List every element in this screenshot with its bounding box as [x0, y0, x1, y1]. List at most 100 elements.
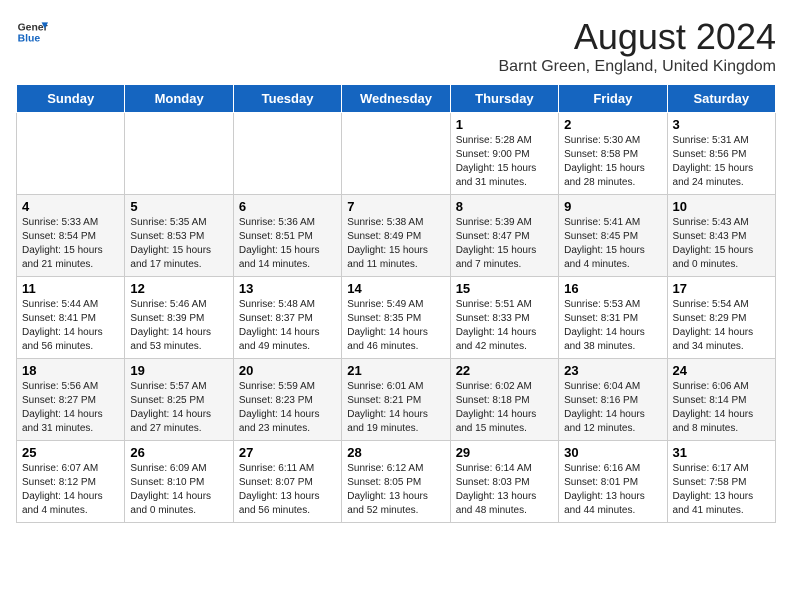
calendar-cell: 31Sunrise: 6:17 AM Sunset: 7:58 PM Dayli…: [667, 441, 775, 523]
day-info: Sunrise: 5:59 AM Sunset: 8:23 PM Dayligh…: [239, 380, 336, 436]
day-info: Sunrise: 5:53 AM Sunset: 8:31 PM Dayligh…: [564, 298, 661, 354]
calendar-cell: 3 Sunrise: 5:31 AM Sunset: 8:56 PM Daylig…: [667, 113, 775, 195]
day-info: Sunrise: 5:31 AM Sunset: 8:56 PM Dayligh…: [673, 134, 770, 190]
day-number: 1: [456, 117, 553, 132]
day-info: Sunrise: 6:11 AM Sunset: 8:07 PM Dayligh…: [239, 462, 336, 518]
calendar-cell: 2 Sunrise: 5:30 AM Sunset: 8:58 PM Daylig…: [559, 113, 667, 195]
day-number: 5: [130, 199, 227, 214]
calendar-cell: 26 Sunrise: 6:09 AM Sunset: 8:10 PM Dayli…: [125, 441, 233, 523]
calendar-cell: 19 Sunrise: 5:57 AM Sunset: 8:25 PM Dayli…: [125, 359, 233, 441]
day-info: Sunrise: 5:30 AM Sunset: 8:58 PM Dayligh…: [564, 134, 661, 190]
day-number: 15: [456, 281, 553, 296]
calendar-cell: 24 Sunrise: 6:06 AM Sunset: 8:14 PM Dayli…: [667, 359, 775, 441]
day-info: Sunrise: 6:06 AM Sunset: 8:14 PM Dayligh…: [673, 380, 770, 436]
day-info: Sunrise: 6:02 AM Sunset: 8:18 PM Dayligh…: [456, 380, 553, 436]
location-title: Barnt Green, England, United Kingdom: [499, 58, 777, 76]
day-number: 28: [347, 445, 444, 460]
calendar-cell: 13 Sunrise: 5:48 AM Sunset: 8:37 PM Dayli…: [233, 277, 341, 359]
day-number: 11: [22, 281, 119, 296]
calendar-cell: 30 Sunrise: 6:16 AM Sunset: 8:01 PM Dayli…: [559, 441, 667, 523]
logo: General Blue: [16, 16, 48, 48]
title-area: August 2024 Barnt Green, England, United…: [499, 16, 777, 76]
day-info: Sunrise: 5:35 AM Sunset: 8:53 PM Dayligh…: [130, 216, 227, 272]
calendar-cell: 29Sunrise: 6:14 AM Sunset: 8:03 PM Dayli…: [450, 441, 558, 523]
calendar-header-row: SundayMondayTuesdayWednesdayThursdayFrid…: [17, 85, 776, 113]
day-number: 4: [22, 199, 119, 214]
svg-text:Blue: Blue: [18, 34, 41, 45]
calendar-cell: 20Sunrise: 5:59 AM Sunset: 8:23 PM Dayli…: [233, 359, 341, 441]
calendar-table: SundayMondayTuesdayWednesdayThursdayFrid…: [16, 84, 776, 523]
calendar-cell: [125, 113, 233, 195]
header: General Blue August 2024 Barnt Green, En…: [16, 16, 776, 76]
day-info: Sunrise: 6:09 AM Sunset: 8:10 PM Dayligh…: [130, 462, 227, 518]
calendar-cell: 17Sunrise: 5:54 AM Sunset: 8:29 PM Dayli…: [667, 277, 775, 359]
day-info: Sunrise: 6:01 AM Sunset: 8:21 PM Dayligh…: [347, 380, 444, 436]
day-info: Sunrise: 6:12 AM Sunset: 8:05 PM Dayligh…: [347, 462, 444, 518]
day-info: Sunrise: 5:28 AM Sunset: 9:00 PM Dayligh…: [456, 134, 553, 190]
day-number: 21: [347, 363, 444, 378]
day-info: Sunrise: 5:41 AM Sunset: 8:45 PM Dayligh…: [564, 216, 661, 272]
day-info: Sunrise: 5:56 AM Sunset: 8:27 PM Dayligh…: [22, 380, 119, 436]
day-info: Sunrise: 5:43 AM Sunset: 8:43 PM Dayligh…: [673, 216, 770, 272]
logo-icon: General Blue: [16, 16, 48, 48]
day-info: Sunrise: 5:51 AM Sunset: 8:33 PM Dayligh…: [456, 298, 553, 354]
calendar-cell: 21 Sunrise: 6:01 AM Sunset: 8:21 PM Dayli…: [342, 359, 450, 441]
column-header-sunday: Sunday: [17, 85, 125, 113]
calendar-cell: 8 Sunrise: 5:39 AM Sunset: 8:47 PM Daylig…: [450, 195, 558, 277]
column-header-thursday: Thursday: [450, 85, 558, 113]
column-header-wednesday: Wednesday: [342, 85, 450, 113]
day-info: Sunrise: 5:57 AM Sunset: 8:25 PM Dayligh…: [130, 380, 227, 436]
calendar-cell: 23 Sunrise: 6:04 AM Sunset: 8:16 PM Dayli…: [559, 359, 667, 441]
calendar-cell: 6Sunrise: 5:36 AM Sunset: 8:51 PM Daylig…: [233, 195, 341, 277]
day-info: Sunrise: 5:33 AM Sunset: 8:54 PM Dayligh…: [22, 216, 119, 272]
calendar-cell: 11 Sunrise: 5:44 AM Sunset: 8:41 PM Dayli…: [17, 277, 125, 359]
calendar-cell: [342, 113, 450, 195]
calendar-week-3: 11 Sunrise: 5:44 AM Sunset: 8:41 PM Dayli…: [17, 277, 776, 359]
day-number: 8: [456, 199, 553, 214]
calendar-week-5: 25 Sunrise: 6:07 AM Sunset: 8:12 PM Dayli…: [17, 441, 776, 523]
day-number: 7: [347, 199, 444, 214]
day-number: 13: [239, 281, 336, 296]
day-number: 19: [130, 363, 227, 378]
day-info: Sunrise: 6:07 AM Sunset: 8:12 PM Dayligh…: [22, 462, 119, 518]
calendar-cell: 15 Sunrise: 5:51 AM Sunset: 8:33 PM Dayli…: [450, 277, 558, 359]
day-info: Sunrise: 5:48 AM Sunset: 8:37 PM Dayligh…: [239, 298, 336, 354]
day-number: 2: [564, 117, 661, 132]
day-number: 9: [564, 199, 661, 214]
calendar-cell: 7 Sunrise: 5:38 AM Sunset: 8:49 PM Daylig…: [342, 195, 450, 277]
calendar-cell: [17, 113, 125, 195]
calendar-cell: 4 Sunrise: 5:33 AM Sunset: 8:54 PM Daylig…: [17, 195, 125, 277]
day-number: 31: [673, 445, 770, 460]
day-info: Sunrise: 5:49 AM Sunset: 8:35 PM Dayligh…: [347, 298, 444, 354]
column-header-monday: Monday: [125, 85, 233, 113]
calendar-cell: 9 Sunrise: 5:41 AM Sunset: 8:45 PM Daylig…: [559, 195, 667, 277]
month-title: August 2024: [499, 16, 777, 58]
day-number: 27: [239, 445, 336, 460]
day-info: Sunrise: 5:39 AM Sunset: 8:47 PM Dayligh…: [456, 216, 553, 272]
calendar-cell: 22 Sunrise: 6:02 AM Sunset: 8:18 PM Dayli…: [450, 359, 558, 441]
calendar-cell: 14 Sunrise: 5:49 AM Sunset: 8:35 PM Dayli…: [342, 277, 450, 359]
day-number: 30: [564, 445, 661, 460]
column-header-saturday: Saturday: [667, 85, 775, 113]
day-number: 12: [130, 281, 227, 296]
day-number: 26: [130, 445, 227, 460]
day-number: 24: [673, 363, 770, 378]
calendar-cell: 12 Sunrise: 5:46 AM Sunset: 8:39 PM Dayli…: [125, 277, 233, 359]
day-info: Sunrise: 6:16 AM Sunset: 8:01 PM Dayligh…: [564, 462, 661, 518]
day-number: 29: [456, 445, 553, 460]
day-info: Sunrise: 6:04 AM Sunset: 8:16 PM Dayligh…: [564, 380, 661, 436]
day-number: 23: [564, 363, 661, 378]
day-number: 3: [673, 117, 770, 132]
day-number: 14: [347, 281, 444, 296]
calendar-cell: 1 Sunrise: 5:28 AM Sunset: 9:00 PM Daylig…: [450, 113, 558, 195]
calendar-cell: [233, 113, 341, 195]
day-info: Sunrise: 5:44 AM Sunset: 8:41 PM Dayligh…: [22, 298, 119, 354]
day-info: Sunrise: 5:54 AM Sunset: 8:29 PM Dayligh…: [673, 298, 770, 354]
day-number: 22: [456, 363, 553, 378]
day-info: Sunrise: 5:38 AM Sunset: 8:49 PM Dayligh…: [347, 216, 444, 272]
calendar-week-2: 4 Sunrise: 5:33 AM Sunset: 8:54 PM Daylig…: [17, 195, 776, 277]
day-number: 25: [22, 445, 119, 460]
calendar-cell: 27 Sunrise: 6:11 AM Sunset: 8:07 PM Dayli…: [233, 441, 341, 523]
day-info: Sunrise: 5:46 AM Sunset: 8:39 PM Dayligh…: [130, 298, 227, 354]
day-info: Sunrise: 5:36 AM Sunset: 8:51 PM Dayligh…: [239, 216, 336, 272]
